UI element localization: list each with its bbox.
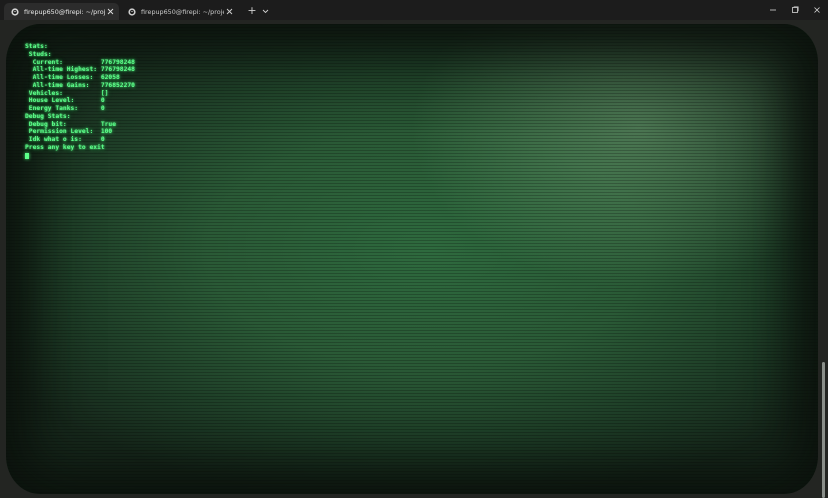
output-line: Energy Tanks: 0 (25, 105, 135, 113)
new-tab-button[interactable]: + (246, 4, 258, 18)
output-line: Studs: (25, 51, 135, 59)
output-line: Debug Stats: (25, 113, 135, 121)
terminal-output: Stats: Studs: Current: 776798248 All-tim… (25, 43, 135, 159)
output-line: All-time Highest: 776798248 (25, 66, 135, 74)
terminal-pane[interactable]: Stats: Studs: Current: 776798248 All-tim… (0, 20, 828, 498)
terminal-window: firepup650@firepi: ~/projects firepup650… (0, 0, 828, 498)
linux-penguin-icon (10, 7, 19, 16)
tab-active[interactable]: firepup650@firepi: ~/projects (4, 3, 119, 20)
maximize-icon[interactable] (784, 0, 806, 20)
output-line: Stats: (25, 43, 135, 51)
chevron-down-icon[interactable] (259, 4, 271, 18)
output-line: All-time Gains: 776852270 (25, 82, 135, 90)
close-icon[interactable] (224, 7, 234, 17)
tab-title: firepup650@firepi: ~/projects (24, 8, 105, 16)
linux-penguin-icon (127, 7, 136, 16)
terminal-cursor (25, 153, 29, 160)
output-line: All-time Losses: 62058 (25, 74, 135, 82)
title-bar: firepup650@firepi: ~/projects firepup650… (0, 0, 828, 20)
output-line: Idk what o is: 0 (25, 136, 135, 144)
output-line: House Level: 0 (25, 97, 135, 105)
output-line: Permission Level: 100 (25, 128, 135, 136)
close-icon[interactable] (105, 7, 115, 17)
close-icon[interactable] (806, 0, 828, 20)
scrollbar-thumb[interactable] (822, 362, 825, 498)
tab-inactive[interactable]: firepup650@firepi: ~/projects (121, 3, 238, 20)
minimize-icon[interactable] (762, 0, 784, 20)
output-line: Press any key to exit (25, 144, 135, 152)
tab-title: firepup650@firepi: ~/projects (141, 8, 224, 16)
